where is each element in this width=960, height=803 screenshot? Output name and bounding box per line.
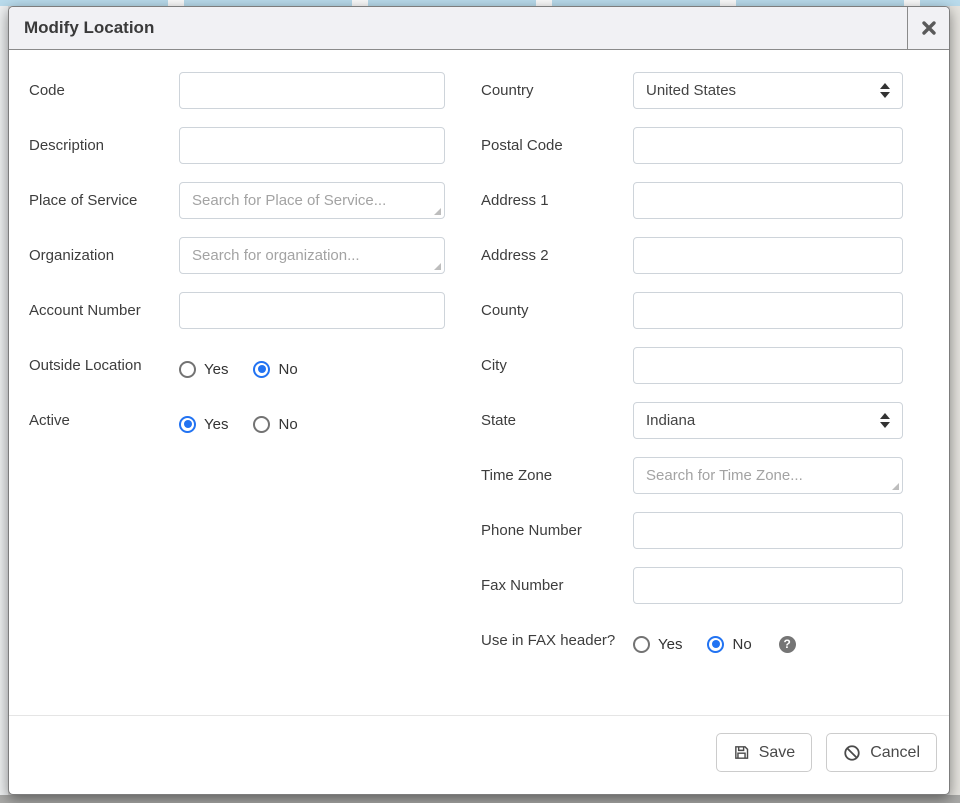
state-select[interactable]: Indiana: [633, 402, 903, 439]
postal-code-input[interactable]: [633, 127, 903, 164]
outside-location-radio-no[interactable]: [253, 361, 270, 378]
dialog-header: Modify Location: [9, 7, 949, 50]
form-row-outside-location: Outside Location Yes No: [29, 347, 445, 384]
form-row-address2: Address 2: [481, 237, 903, 274]
fax-header-yes-label: Yes: [658, 636, 682, 653]
close-icon: [921, 20, 937, 36]
select-arrows-icon: [880, 413, 890, 428]
description-label: Description: [29, 127, 179, 158]
save-button[interactable]: Save: [716, 733, 812, 772]
form-row-description: Description: [29, 127, 445, 164]
fax-number-label: Fax Number: [481, 567, 633, 598]
form-row-postal-code: Postal Code: [481, 127, 903, 164]
place-of-service-label: Place of Service: [29, 182, 179, 213]
form-row-place-of-service: Place of Service Search for Place of Ser…: [29, 182, 445, 219]
save-icon: [733, 744, 750, 761]
time-zone-placeholder: Search for Time Zone...: [646, 467, 803, 484]
country-select[interactable]: United States: [633, 72, 903, 109]
save-button-label: Save: [759, 744, 795, 762]
form-row-city: City: [481, 347, 903, 384]
city-label: City: [481, 347, 633, 378]
code-label: Code: [29, 72, 179, 103]
form-left-column: Code Description Place of Service Search…: [29, 72, 445, 677]
county-input[interactable]: [633, 292, 903, 329]
time-zone-label: Time Zone: [481, 457, 633, 488]
place-of-service-combo[interactable]: Search for Place of Service...: [179, 182, 445, 219]
select-arrows-icon: [880, 83, 890, 98]
postal-code-label: Postal Code: [481, 127, 633, 158]
fax-number-input[interactable]: [633, 567, 903, 604]
place-of-service-placeholder: Search for Place of Service...: [192, 192, 386, 209]
fax-header-radio-no[interactable]: [707, 636, 724, 653]
time-zone-combo[interactable]: Search for Time Zone...: [633, 457, 903, 494]
state-value: Indiana: [646, 412, 695, 429]
cancel-button-label: Cancel: [870, 744, 920, 762]
active-radio-no[interactable]: [253, 416, 270, 433]
cancel-button[interactable]: Cancel: [826, 733, 937, 772]
form-row-county: County: [481, 292, 903, 329]
city-input[interactable]: [633, 347, 903, 384]
form-row-time-zone: Time Zone Search for Time Zone...: [481, 457, 903, 494]
form-right-column: Country United States Postal Code Addres…: [481, 72, 903, 677]
country-value: United States: [646, 82, 736, 99]
outside-location-yes-label: Yes: [204, 361, 228, 378]
use-in-fax-header-label: Use in FAX header?: [481, 622, 633, 653]
form-row-state: State Indiana: [481, 402, 903, 439]
form-row-code: Code: [29, 72, 445, 109]
active-no-label: No: [278, 416, 297, 433]
outside-location-label: Outside Location: [29, 347, 179, 378]
organization-label: Organization: [29, 237, 179, 268]
account-number-label: Account Number: [29, 292, 179, 323]
form-row-active: Active Yes No: [29, 402, 445, 439]
county-label: County: [481, 292, 633, 323]
help-icon[interactable]: ?: [779, 636, 796, 653]
outside-location-no-label: No: [278, 361, 297, 378]
fax-header-radio-yes[interactable]: [633, 636, 650, 653]
phone-number-label: Phone Number: [481, 512, 633, 543]
form-row-country: Country United States: [481, 72, 903, 109]
active-radio-yes[interactable]: [179, 416, 196, 433]
address2-input[interactable]: [633, 237, 903, 274]
background-page-bottom: [0, 795, 960, 803]
cancel-icon: [843, 744, 861, 762]
code-input[interactable]: [179, 72, 445, 109]
dialog-footer: Save Cancel: [9, 715, 949, 794]
form-row-organization: Organization Search for organization...: [29, 237, 445, 274]
active-label: Active: [29, 402, 179, 433]
country-label: Country: [481, 72, 633, 103]
description-input[interactable]: [179, 127, 445, 164]
dialog-title: Modify Location: [9, 7, 907, 49]
address1-label: Address 1: [481, 182, 633, 213]
dialog-body: Code Description Place of Service Search…: [9, 50, 949, 715]
form-row-address1: Address 1: [481, 182, 903, 219]
modify-location-dialog: Modify Location Code Description Place o…: [8, 6, 950, 795]
state-label: State: [481, 402, 633, 433]
close-button[interactable]: [907, 7, 949, 49]
active-yes-label: Yes: [204, 416, 228, 433]
form-row-use-in-fax-header: Use in FAX header? Yes No ?: [481, 622, 903, 659]
phone-number-input[interactable]: [633, 512, 903, 549]
organization-placeholder: Search for organization...: [192, 247, 360, 264]
form-row-fax-number: Fax Number: [481, 567, 903, 604]
fax-header-no-label: No: [732, 636, 751, 653]
account-number-input[interactable]: [179, 292, 445, 329]
address2-label: Address 2: [481, 237, 633, 268]
form-row-phone-number: Phone Number: [481, 512, 903, 549]
form-row-account-number: Account Number: [29, 292, 445, 329]
address1-input[interactable]: [633, 182, 903, 219]
outside-location-radio-yes[interactable]: [179, 361, 196, 378]
organization-combo[interactable]: Search for organization...: [179, 237, 445, 274]
